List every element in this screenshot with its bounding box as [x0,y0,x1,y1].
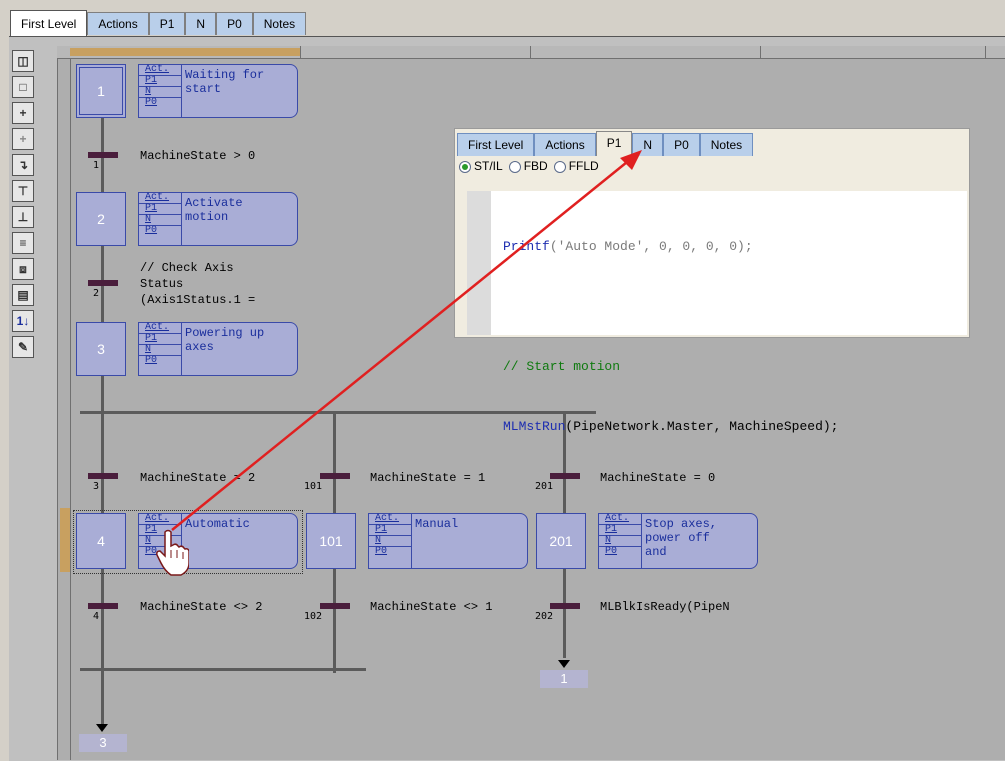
hand-cursor-icon [156,529,189,576]
annotation-arrow-icon [171,150,642,531]
